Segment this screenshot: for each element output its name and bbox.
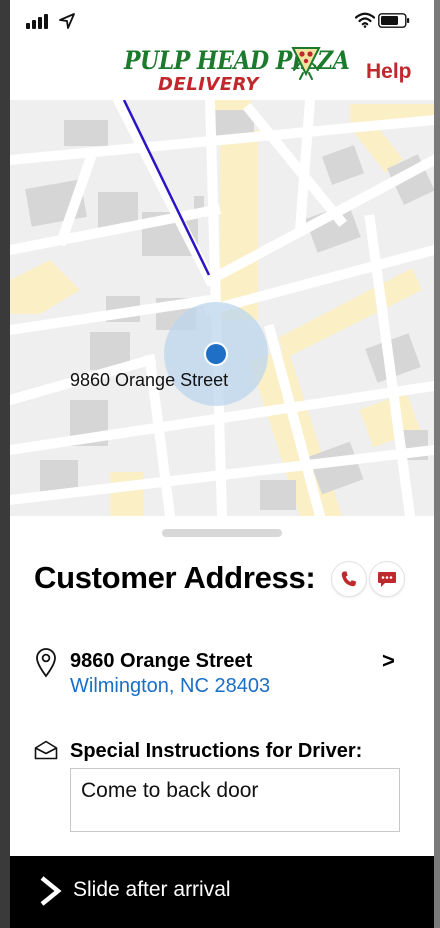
address-city[interactable]: Wilmington, NC 28403 [70, 675, 270, 698]
help-link[interactable]: Help [366, 60, 412, 84]
address-street: 9860 Orange Street [70, 650, 253, 672]
brand-logo: PULP HEAD PIZZA DELIVERY [124, 46, 350, 96]
drag-handle[interactable] [162, 529, 282, 537]
chevron-right-icon[interactable] [38, 874, 62, 908]
map-pin-icon [36, 648, 56, 678]
battery-icon [378, 13, 410, 28]
phone-icon [341, 571, 356, 587]
slide-after-arrival-label: Slide after arrival [73, 878, 231, 901]
call-customer-button[interactable] [332, 562, 366, 596]
slide-after-arrival-bar[interactable]: Slide after arrival [10, 856, 434, 928]
wifi-icon [355, 12, 375, 28]
app-header: PULP HEAD PIZZA DELIVERY Help [10, 42, 434, 100]
address-details-chevron[interactable]: > [382, 648, 395, 674]
special-instructions-field[interactable]: Come to back door [70, 768, 400, 832]
location-arrow-icon [59, 13, 75, 29]
message-customer-button[interactable] [370, 562, 404, 596]
map-location-label: 9860 Orange Street [70, 370, 229, 390]
envelope-icon [34, 740, 58, 760]
address-sheet: Customer Address: 9860 Orange Street Wil… [10, 516, 434, 856]
map-canvas [10, 100, 434, 516]
customer-address-title: Customer Address: [34, 560, 316, 595]
device-frame-edge [434, 0, 440, 928]
signal-icon [26, 13, 48, 29]
pizza-mascot-icon [291, 47, 321, 80]
special-instructions-label: Special Instructions for Driver: [70, 740, 363, 762]
brand-subtitle: DELIVERY [158, 74, 259, 95]
status-bar [10, 0, 434, 42]
phone-screen: PULP HEAD PIZZA DELIVERY Help 9860 Orang… [10, 0, 434, 928]
location-pin[interactable] [206, 344, 226, 364]
delivery-map[interactable]: 9860 Orange Street [10, 100, 434, 516]
chat-icon [378, 572, 396, 587]
